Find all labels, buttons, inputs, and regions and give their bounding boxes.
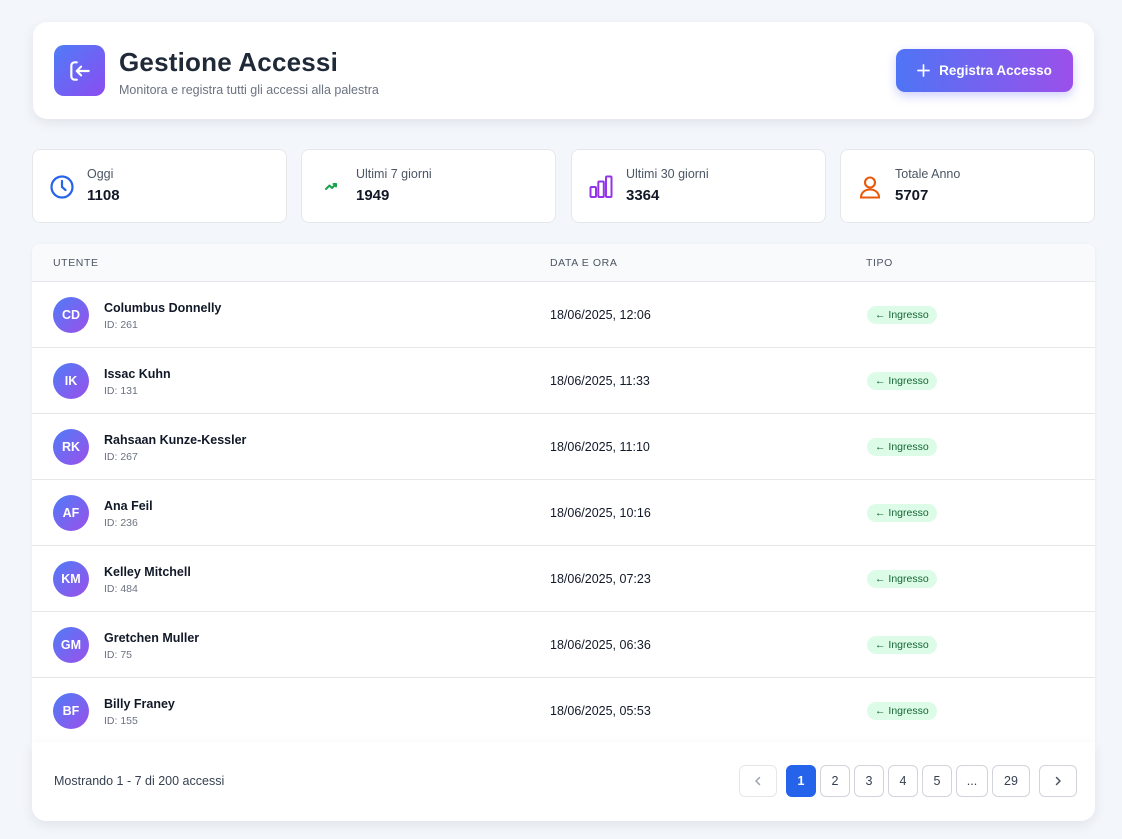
page-button-29[interactable]: 29 (992, 765, 1030, 797)
user-name: Rahsaan Kunze-Kessler (104, 433, 247, 447)
user-id: ID: 484 (104, 583, 138, 595)
clock-icon (50, 175, 74, 199)
pagination-summary: Mostrando 1 - 7 di 200 accessi (54, 774, 225, 788)
user-id: ID: 267 (104, 451, 138, 463)
access-datetime: 18/06/2025, 12:06 (550, 308, 651, 322)
user-name: Columbus Donnelly (104, 301, 222, 315)
access-type-badge: ← Ingresso (867, 306, 937, 324)
access-type-badge: ← Ingresso (867, 438, 937, 456)
next-page-button[interactable] (1039, 765, 1077, 797)
access-type-badge: ← Ingresso (867, 702, 937, 720)
trend-up-icon (325, 183, 337, 190)
user-icon (859, 176, 881, 199)
access-type-badge: ← Ingresso (867, 372, 937, 390)
column-header-utente[interactable]: UTENTE (53, 257, 99, 269)
access-datetime: 18/06/2025, 11:10 (550, 440, 650, 454)
page-title: Gestione Accessi (119, 47, 339, 77)
page-subtitle: Monitora e registra tutti gli accessi al… (119, 83, 379, 97)
avatar: AF (53, 495, 89, 531)
access-datetime: 18/06/2025, 07:23 (550, 572, 651, 586)
plus-icon (917, 64, 931, 77)
user-name: Ana Feil (104, 499, 153, 513)
table-header: UTENTE DATA E ORA TIPO (32, 244, 1095, 282)
page-button-3[interactable]: 3 (854, 765, 884, 797)
stat-card-totale-anno: Totale Anno 5707 (840, 149, 1095, 223)
access-table: UTENTE DATA E ORA TIPO CD Columbus Donne… (32, 244, 1095, 742)
page-button-5[interactable]: 5 (922, 765, 952, 797)
login-arrow-icon (69, 60, 90, 81)
page-button-2[interactable]: 2 (820, 765, 850, 797)
access-type-badge: ← Ingresso (867, 504, 937, 522)
table-row[interactable]: AF Ana Feil ID: 236 18/06/2025, 10:16 ← … (32, 480, 1095, 546)
access-datetime: 18/06/2025, 06:36 (550, 638, 651, 652)
chevron-right-icon (1055, 776, 1061, 786)
page-button-4[interactable]: 4 (888, 765, 918, 797)
stat-label: Ultimi 7 giorni (356, 167, 432, 181)
table-row[interactable]: IK Issac Kuhn ID: 131 18/06/2025, 11:33 … (32, 348, 1095, 414)
user-id: ID: 261 (104, 319, 138, 331)
chevron-left-icon (755, 776, 761, 786)
access-datetime: 18/06/2025, 10:16 (550, 506, 651, 520)
stat-card-ultimi-7-giorni: Ultimi 7 giorni 1949 (301, 149, 556, 223)
avatar: BF (53, 693, 89, 729)
stat-card-oggi: Oggi 1108 (32, 149, 287, 223)
stat-value: 5707 (895, 187, 929, 204)
prev-page-button[interactable] (739, 765, 777, 797)
avatar: IK (53, 363, 89, 399)
access-type-badge: ← Ingresso (867, 636, 937, 654)
table-row[interactable]: GM Gretchen Muller ID: 75 18/06/2025, 06… (32, 612, 1095, 678)
access-datetime: 18/06/2025, 05:53 (550, 704, 651, 718)
avatar: RK (53, 429, 89, 465)
registra-accesso-label: Registra Accesso (939, 63, 1052, 78)
column-header-data-e-ora[interactable]: DATA E ORA (550, 257, 617, 269)
stat-value: 3364 (626, 187, 660, 204)
avatar: CD (53, 297, 89, 333)
header-card: Gestione Accessi Monitora e registra tut… (33, 22, 1094, 119)
avatar: KM (53, 561, 89, 597)
registra-accesso-button[interactable]: Registra Accesso (896, 49, 1073, 92)
user-name: Gretchen Muller (104, 631, 200, 645)
user-id: ID: 236 (104, 517, 138, 529)
stat-label: Totale Anno (895, 167, 961, 181)
access-type-badge: ← Ingresso (867, 570, 937, 588)
user-name: Kelley Mitchell (104, 565, 191, 579)
page-ellipsis: ... (956, 765, 988, 797)
bar-chart-icon (589, 175, 613, 198)
user-id: ID: 155 (104, 715, 138, 727)
user-id: ID: 75 (104, 649, 133, 661)
stat-label: Ultimi 30 giorni (626, 167, 709, 181)
avatar: GM (53, 627, 89, 663)
user-id: ID: 131 (104, 385, 138, 397)
user-name: Issac Kuhn (104, 367, 171, 381)
page-button-1[interactable]: 1 (786, 765, 816, 797)
pagination-footer: Mostrando 1 - 7 di 200 accessi 1 2 3 4 5… (32, 742, 1095, 821)
stat-card-ultimi-30-giorni: Ultimi 30 giorni 3364 (571, 149, 826, 223)
table-row[interactable]: CD Columbus Donnelly ID: 261 18/06/2025,… (32, 282, 1095, 348)
pagination: 1 2 3 4 5 ... 29 (739, 765, 1077, 797)
logo-badge (54, 45, 105, 96)
user-name: Billy Franey (104, 697, 175, 711)
access-datetime: 18/06/2025, 11:33 (550, 374, 650, 388)
table-row[interactable]: KM Kelley Mitchell ID: 484 18/06/2025, 0… (32, 546, 1095, 612)
column-header-tipo[interactable]: TIPO (866, 257, 893, 269)
stat-value: 1949 (356, 187, 390, 204)
stat-label: Oggi (87, 167, 114, 181)
table-row[interactable]: BF Billy Franey ID: 155 18/06/2025, 05:5… (32, 678, 1095, 742)
stat-value: 1108 (87, 187, 120, 204)
table-row[interactable]: RK Rahsaan Kunze-Kessler ID: 267 18/06/2… (32, 414, 1095, 480)
